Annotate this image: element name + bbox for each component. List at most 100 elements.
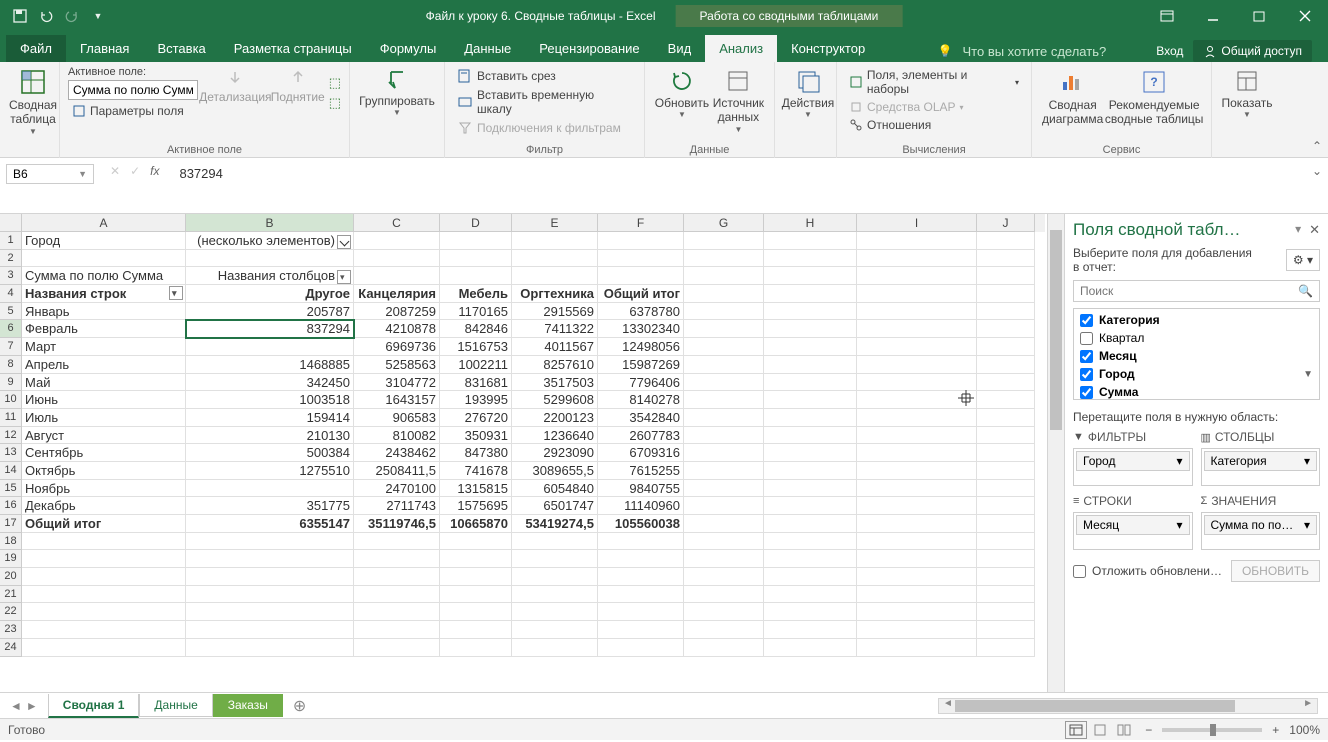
- cell[interactable]: [354, 550, 440, 568]
- cell[interactable]: [354, 533, 440, 551]
- cell[interactable]: 10665870: [440, 515, 512, 533]
- cell[interactable]: [764, 603, 857, 621]
- ribbon-display-button[interactable]: [1144, 0, 1190, 32]
- cell[interactable]: [684, 285, 764, 303]
- cell[interactable]: [977, 267, 1035, 285]
- cell[interactable]: [764, 303, 857, 321]
- cell[interactable]: [22, 603, 186, 621]
- cell[interactable]: [440, 267, 512, 285]
- cell[interactable]: [977, 480, 1035, 498]
- cell[interactable]: [684, 303, 764, 321]
- cell[interactable]: [598, 586, 684, 604]
- cell[interactable]: [186, 480, 354, 498]
- col-header-c[interactable]: C: [354, 214, 440, 232]
- select-all-corner[interactable]: [0, 214, 22, 232]
- cell[interactable]: [684, 550, 764, 568]
- field-item[interactable]: Квартал: [1076, 329, 1317, 347]
- cell[interactable]: [684, 391, 764, 409]
- cell[interactable]: [354, 232, 440, 250]
- row-header[interactable]: 2: [0, 250, 22, 268]
- cell[interactable]: [22, 586, 186, 604]
- cell[interactable]: [857, 480, 977, 498]
- sheet-nav-prev[interactable]: ◄: [10, 699, 22, 713]
- cell[interactable]: 7411322: [512, 320, 598, 338]
- cell[interactable]: [684, 480, 764, 498]
- cell[interactable]: [684, 267, 764, 285]
- cell[interactable]: [977, 603, 1035, 621]
- cell[interactable]: [857, 285, 977, 303]
- cell[interactable]: [684, 338, 764, 356]
- cell[interactable]: 1003518: [186, 391, 354, 409]
- cell[interactable]: 7615255: [598, 462, 684, 480]
- row-header[interactable]: 7: [0, 338, 22, 356]
- cell[interactable]: [186, 533, 354, 551]
- cell[interactable]: 210130: [186, 427, 354, 445]
- cell[interactable]: 11140960: [598, 497, 684, 515]
- refresh-button[interactable]: Обновить▼: [653, 66, 711, 154]
- zoom-out-button[interactable]: −: [1145, 723, 1152, 737]
- maximize-button[interactable]: [1236, 0, 1282, 32]
- cell[interactable]: [857, 232, 977, 250]
- cell[interactable]: 1516753: [440, 338, 512, 356]
- pane-gear-button[interactable]: ⚙ ▾: [1286, 249, 1320, 271]
- cell[interactable]: [977, 586, 1035, 604]
- field-checkbox[interactable]: [1080, 350, 1093, 363]
- cell[interactable]: [684, 533, 764, 551]
- cell[interactable]: [857, 550, 977, 568]
- cell[interactable]: Мебель: [440, 285, 512, 303]
- col-header-i[interactable]: I: [857, 214, 977, 232]
- cell[interactable]: [857, 409, 977, 427]
- row-header[interactable]: 23: [0, 621, 22, 639]
- cell[interactable]: [512, 232, 598, 250]
- row-header[interactable]: 4: [0, 285, 22, 303]
- col-header-h[interactable]: H: [764, 214, 857, 232]
- cell[interactable]: [684, 232, 764, 250]
- page-break-button[interactable]: [1113, 721, 1135, 739]
- cell[interactable]: 2508411,5: [354, 462, 440, 480]
- cell[interactable]: [186, 568, 354, 586]
- undo-button[interactable]: [34, 4, 58, 28]
- cell[interactable]: 3542840: [598, 409, 684, 427]
- cell[interactable]: [764, 250, 857, 268]
- cell[interactable]: Август: [22, 427, 186, 445]
- cell[interactable]: 6501747: [512, 497, 598, 515]
- cell[interactable]: 351775: [186, 497, 354, 515]
- qat-customize[interactable]: ▼: [86, 4, 110, 28]
- cell[interactable]: [440, 639, 512, 657]
- cell[interactable]: 159414: [186, 409, 354, 427]
- formula-input[interactable]: 837294: [169, 164, 1328, 183]
- cell[interactable]: Город: [22, 232, 186, 250]
- cell[interactable]: 12498056: [598, 338, 684, 356]
- cell[interactable]: 1275510: [186, 462, 354, 480]
- cell[interactable]: [764, 391, 857, 409]
- cell[interactable]: [857, 427, 977, 445]
- cell[interactable]: 8257610: [512, 356, 598, 374]
- cell[interactable]: [684, 568, 764, 586]
- cell[interactable]: 4210878: [354, 320, 440, 338]
- cell[interactable]: [512, 550, 598, 568]
- vertical-scrollbar[interactable]: [1047, 214, 1064, 692]
- field-checkbox[interactable]: [1080, 386, 1093, 399]
- cell[interactable]: [764, 444, 857, 462]
- field-list[interactable]: КатегорияКварталМесяцГород▼Сумма: [1073, 308, 1320, 400]
- cell[interactable]: [684, 356, 764, 374]
- sheet-tab-pivot[interactable]: Сводная 1: [48, 694, 140, 718]
- cell[interactable]: [684, 427, 764, 445]
- tab-home[interactable]: Главная: [66, 35, 143, 62]
- insert-slicer-button[interactable]: Вставить срез: [453, 66, 636, 86]
- cell[interactable]: Май: [22, 374, 186, 392]
- group-button[interactable]: Группировать▼: [358, 66, 436, 119]
- cell[interactable]: [598, 550, 684, 568]
- cell[interactable]: [440, 250, 512, 268]
- cell[interactable]: [512, 603, 598, 621]
- cell[interactable]: [22, 621, 186, 639]
- cell[interactable]: Декабрь: [22, 497, 186, 515]
- cell[interactable]: [977, 374, 1035, 392]
- field-search-input[interactable]: [1080, 284, 1298, 298]
- filter-item-city[interactable]: Город▾: [1076, 451, 1190, 471]
- cell[interactable]: [857, 444, 977, 462]
- cell[interactable]: [684, 250, 764, 268]
- row-header[interactable]: 3: [0, 267, 22, 285]
- horizontal-scrollbar[interactable]: ◄►: [938, 698, 1318, 714]
- pivot-table-button[interactable]: Сводная таблица ▼: [8, 66, 58, 138]
